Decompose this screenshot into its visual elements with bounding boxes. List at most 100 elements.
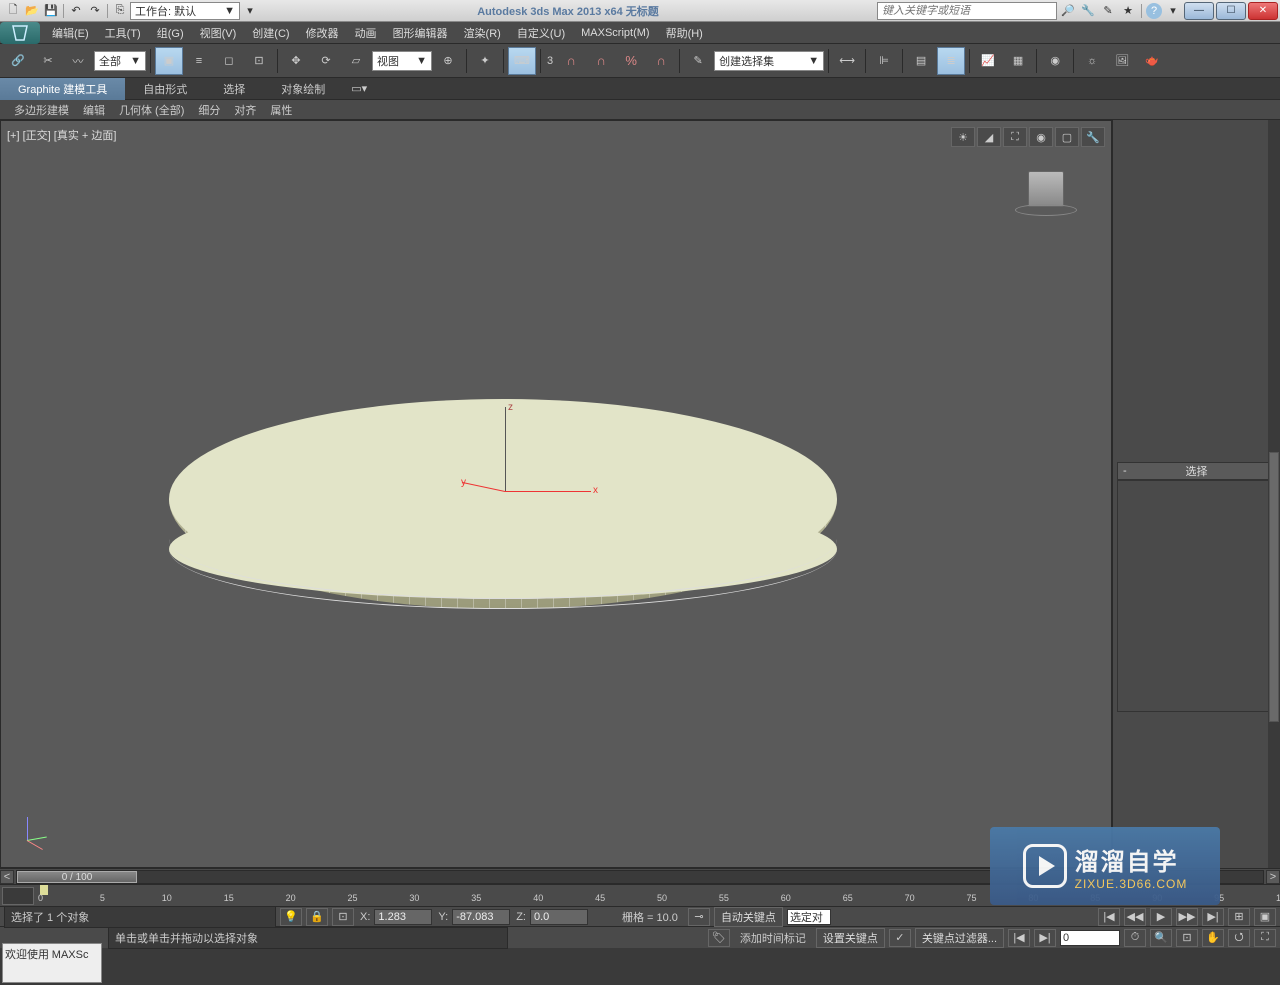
render-setup-icon[interactable]: ☼ <box>1078 47 1106 75</box>
select-link-icon[interactable]: 🔗 <box>4 47 32 75</box>
auto-key-button[interactable]: 自动关键点 <box>714 907 783 927</box>
layer-manager-icon[interactable]: ≣ <box>937 47 965 75</box>
viewport-nav2-icon[interactable]: ▣ <box>1254 908 1276 926</box>
menu-group[interactable]: 组(G) <box>149 23 192 43</box>
select-object-icon[interactable]: ▣ <box>155 47 183 75</box>
exchange-icon[interactable]: 🔧 <box>1079 2 1097 20</box>
save-file-icon[interactable]: 💾 <box>42 2 60 20</box>
schematic-view-icon[interactable]: ▦ <box>1004 47 1032 75</box>
render-icon[interactable]: 🫖 <box>1138 47 1166 75</box>
viewport-nav1-icon[interactable]: ⊞ <box>1228 908 1250 926</box>
maxscript-listener[interactable]: 欢迎使用 MAXSc <box>2 943 102 983</box>
menu-views[interactable]: 视图(V) <box>192 23 245 43</box>
communication-icon[interactable]: ✎ <box>1099 2 1117 20</box>
selected-obj-display[interactable] <box>787 909 831 925</box>
set-key-icon[interactable]: ✓ <box>889 929 911 947</box>
add-time-tag-label[interactable]: 添加时间标记 <box>734 930 812 946</box>
panel-poly-modeling[interactable]: 多边形建模 <box>8 100 75 120</box>
shade-safe-icon[interactable]: ▢ <box>1055 127 1079 147</box>
timeline-next-icon[interactable]: > <box>1266 870 1280 884</box>
named-selection-dropdown[interactable]: 创建选择集▼ <box>714 51 824 71</box>
vp-orbit-icon[interactable]: ⭯ <box>1228 929 1250 947</box>
menu-graph[interactable]: 图形编辑器 <box>385 23 456 43</box>
close-button[interactable]: ✕ <box>1248 2 1278 20</box>
material-editor-icon[interactable]: ◉ <box>1041 47 1069 75</box>
shade-xview-icon[interactable]: ⛶ <box>1003 127 1027 147</box>
selection-filter-dropdown[interactable]: 全部▼ <box>94 51 146 71</box>
pivot-center-icon[interactable]: ⊕ <box>434 47 462 75</box>
menu-create[interactable]: 创建(C) <box>244 23 297 43</box>
key-mode-toggle-icon[interactable]: |◀ <box>1008 929 1030 947</box>
open-file-icon[interactable]: 📂 <box>23 2 41 20</box>
favorites-icon[interactable]: ★ <box>1119 2 1137 20</box>
new-file-icon[interactable]: 🗋 <box>4 2 22 20</box>
menu-customize[interactable]: 自定义(U) <box>509 23 573 43</box>
coord-z-input[interactable] <box>530 909 588 925</box>
maximize-button[interactable]: ☐ <box>1216 2 1246 20</box>
menu-edit[interactable]: 编辑(E) <box>44 23 97 43</box>
shade-wrench-icon[interactable]: 🔧 <box>1081 127 1105 147</box>
unlink-icon[interactable]: ✂ <box>34 47 62 75</box>
shade-edged-icon[interactable]: ◢ <box>977 127 1001 147</box>
current-frame-input[interactable] <box>1060 930 1120 946</box>
goto-start-icon[interactable]: |◀ <box>1098 908 1120 926</box>
link-icon[interactable]: ⎘ <box>111 2 129 20</box>
time-config-icon[interactable]: ⏱ <box>1124 929 1146 947</box>
keyboard-shortcut-icon[interactable]: ⌨ <box>508 47 536 75</box>
scrollbar-thumb[interactable] <box>1269 452 1279 722</box>
next-frame-icon[interactable]: ▶▶ <box>1176 908 1198 926</box>
shade-light-icon[interactable]: ☀ <box>951 127 975 147</box>
help-icon[interactable]: ? <box>1146 3 1162 19</box>
reference-coord-dropdown[interactable]: 视图▼ <box>372 51 432 71</box>
set-key-button[interactable]: 设置关键点 <box>816 928 885 948</box>
edit-named-sel-icon[interactable]: ✎ <box>684 47 712 75</box>
menu-render[interactable]: 渲染(R) <box>456 23 509 43</box>
tab-graphite[interactable]: Graphite 建模工具 <box>0 78 125 100</box>
tab-freeform[interactable]: 自由形式 <box>125 78 205 100</box>
select-by-name-icon[interactable]: ≡ <box>185 47 213 75</box>
key-mode-icon[interactable]: ⊸ <box>688 908 710 926</box>
vp-max-toggle-icon[interactable]: ⛶ <box>1254 929 1276 947</box>
tab-object-paint[interactable]: 对象绘制 <box>263 78 343 100</box>
spinner-snap-icon[interactable]: ∩ <box>647 47 675 75</box>
coord-x-input[interactable] <box>374 909 432 925</box>
redo-icon[interactable]: ↷ <box>86 2 104 20</box>
mirror-icon[interactable]: ⟷ <box>833 47 861 75</box>
bind-spacewarp-icon[interactable]: 〰 <box>64 47 92 75</box>
application-menu-button[interactable] <box>0 22 40 44</box>
viewcube[interactable] <box>1011 161 1081 231</box>
command-panel-scrollbar[interactable] <box>1268 120 1280 868</box>
time-slider-thumb[interactable]: 0 / 100 <box>17 871 137 883</box>
viewport[interactable]: [+] [正交] [真实 + 边面] ☀ ◢ ⛶ ◉ ▢ 🔧 z x y <box>0 120 1112 868</box>
viewport-label[interactable]: [+] [正交] [真实 + 边面] <box>7 127 116 143</box>
selection-lock-bulb-icon[interactable]: 💡 <box>280 908 302 926</box>
workspace-options-icon[interactable]: ▾ <box>241 2 259 20</box>
isolate-selection-icon[interactable]: ⊡ <box>332 908 354 926</box>
menu-tools[interactable]: 工具(T) <box>97 23 149 43</box>
vp-zoom-all-icon[interactable]: ⊡ <box>1176 929 1198 947</box>
menu-maxscript[interactable]: MAXScript(M) <box>573 25 657 41</box>
scale-icon[interactable]: ▱ <box>342 47 370 75</box>
rotate-icon[interactable]: ⟳ <box>312 47 340 75</box>
window-crossing-icon[interactable]: ⊡ <box>245 47 273 75</box>
time-tag-icon[interactable]: 🏷 <box>708 929 730 947</box>
layers-icon[interactable]: ▤ <box>907 47 935 75</box>
help-dropdown-icon[interactable]: ▾ <box>1164 2 1182 20</box>
goto-end-icon[interactable]: ▶| <box>1202 908 1224 926</box>
shade-frame-icon[interactable]: ◉ <box>1029 127 1053 147</box>
percent-snap-icon[interactable]: % <box>617 47 645 75</box>
coord-y-input[interactable] <box>452 909 510 925</box>
trackbar-toggle-icon[interactable] <box>2 887 34 905</box>
key-filters-button[interactable]: 关键点过滤器... <box>915 928 1004 948</box>
panel-properties[interactable]: 属性 <box>264 100 298 120</box>
undo-icon[interactable]: ↶ <box>67 2 85 20</box>
subscription-icon[interactable]: 🔎 <box>1059 2 1077 20</box>
tab-selection[interactable]: 选择 <box>205 78 263 100</box>
search-input[interactable] <box>877 2 1057 20</box>
panel-subdivision[interactable]: 细分 <box>192 100 226 120</box>
rollout-selection-header[interactable]: - 选择 <box>1117 462 1276 480</box>
workspace-dropdown[interactable]: 工作台: 默认 ▼ <box>130 2 240 20</box>
timeline-prev-icon[interactable]: < <box>0 870 14 884</box>
panel-geometry[interactable]: 几何体 (全部) <box>113 100 190 120</box>
select-region-icon[interactable]: ◻ <box>215 47 243 75</box>
